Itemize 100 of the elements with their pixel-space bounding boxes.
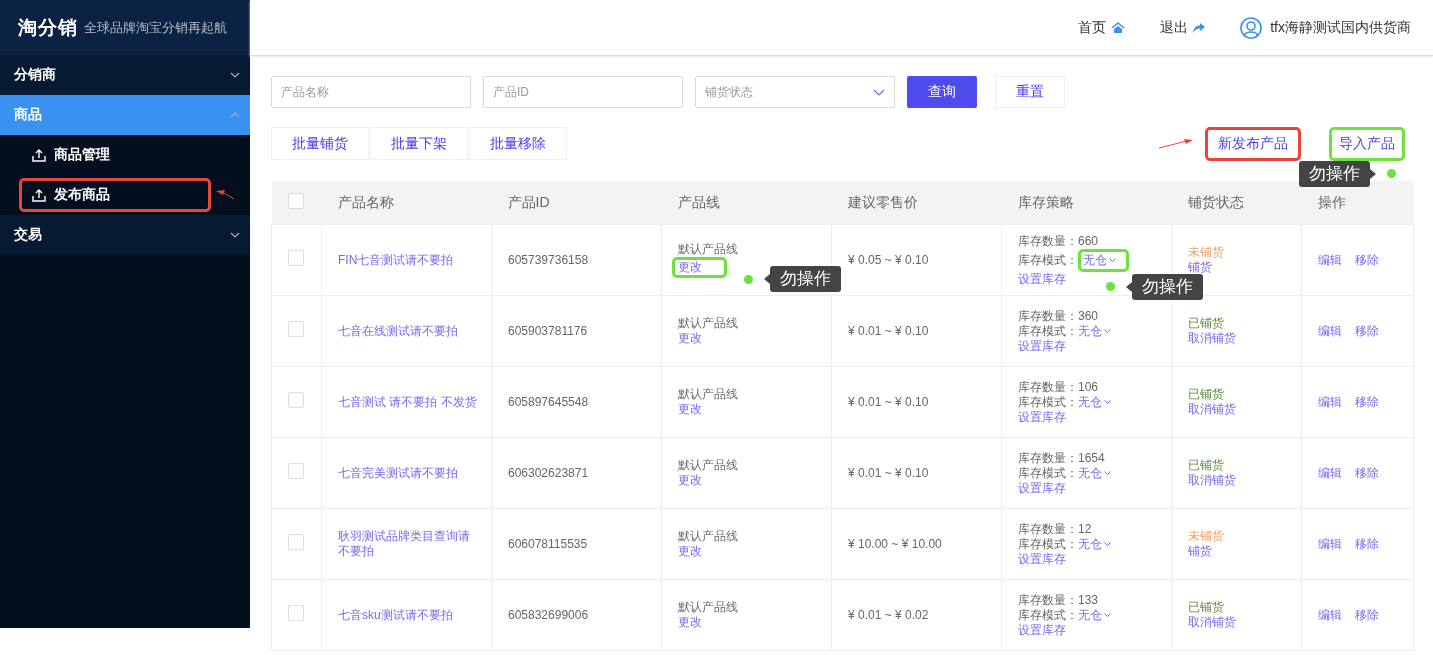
listing-action-link[interactable]: 铺货 bbox=[1188, 544, 1212, 559]
checkbox[interactable] bbox=[288, 534, 304, 550]
stock-mode-label: 库存模式： bbox=[1018, 394, 1078, 410]
stock-mode-dropdown[interactable]: 无仓 bbox=[1078, 394, 1111, 410]
stock-mode-dropdown[interactable]: 无仓 bbox=[1078, 607, 1111, 623]
submenu-item[interactable]: 商品管理 bbox=[22, 141, 208, 169]
note-tooltip: 勿操作 bbox=[1126, 273, 1203, 300]
change-link[interactable]: 更改 bbox=[678, 331, 702, 346]
set-stock-link[interactable]: 设置库存 bbox=[1018, 551, 1066, 567]
stock-mode-label: 库存模式： bbox=[1018, 536, 1078, 552]
listing-status: 已铺货 bbox=[1188, 316, 1225, 331]
stock-quantity-label: 库存数量： bbox=[1018, 379, 1078, 394]
product-name-link[interactable]: 七音测试 请不要拍 不发货 bbox=[338, 394, 489, 410]
marker-dot bbox=[1387, 169, 1396, 178]
change-link[interactable]: 更改 bbox=[672, 257, 727, 278]
stock-mode-dropdown[interactable]: 无仓 bbox=[1078, 465, 1111, 481]
change-link[interactable]: 更改 bbox=[678, 615, 702, 630]
chevron-icon bbox=[873, 88, 885, 96]
checkbox[interactable] bbox=[287, 193, 304, 209]
checkbox[interactable] bbox=[288, 250, 304, 266]
product-line: 默认产品线 bbox=[678, 458, 739, 473]
listing-action-link[interactable]: 取消铺货 bbox=[1188, 402, 1236, 417]
product-name-link[interactable]: 七音完美测试请不要拍 bbox=[338, 465, 470, 481]
column-header: 产品线 bbox=[677, 193, 720, 210]
listing-status: 已铺货 bbox=[1188, 387, 1225, 402]
action-link[interactable]: 移除 bbox=[1355, 394, 1379, 410]
product-name-field[interactable]: 产品名称 bbox=[271, 76, 471, 108]
status-select[interactable]: 铺货状态 bbox=[695, 76, 895, 108]
user-name: tfx海静测试国内供货商 bbox=[1270, 18, 1411, 37]
chevron-icon bbox=[1104, 541, 1111, 547]
note-tooltip: 勿操作 bbox=[764, 266, 841, 292]
action-link[interactable]: 编辑 bbox=[1318, 323, 1342, 339]
action-link[interactable]: 移除 bbox=[1355, 252, 1379, 268]
user-icon bbox=[1240, 16, 1263, 39]
stock-mode-label: 库存模式： bbox=[1018, 323, 1078, 339]
logout-link[interactable]: 退出 bbox=[1160, 18, 1207, 37]
action-link[interactable]: 编辑 bbox=[1318, 252, 1342, 268]
checkbox[interactable] bbox=[288, 321, 304, 337]
product-name-link[interactable]: 七音在线测试请不要拍 bbox=[338, 323, 470, 339]
action-link[interactable]: 移除 bbox=[1355, 607, 1379, 623]
listing-status: 未铺货 bbox=[1188, 245, 1225, 260]
stock-quantity-label: 库存数量： bbox=[1018, 521, 1078, 536]
checkbox[interactable] bbox=[288, 463, 304, 479]
action-link[interactable]: 编辑 bbox=[1318, 536, 1342, 552]
stock-quantity: 12 bbox=[1078, 521, 1092, 536]
stock-mode-dropdown[interactable]: 无仓 bbox=[1078, 323, 1111, 339]
menu-item[interactable]: 分销商 bbox=[0, 55, 250, 95]
listing-action-link[interactable]: 铺货 bbox=[1188, 260, 1212, 275]
checkbox[interactable] bbox=[288, 392, 304, 408]
tooltip-pointer-icon bbox=[1370, 168, 1376, 179]
publish-button[interactable]: 新发布产品 bbox=[1205, 126, 1301, 161]
listing-action-link[interactable]: 取消铺货 bbox=[1188, 331, 1236, 346]
price-range: ¥ 0.05 ~ ¥ 0.10 bbox=[848, 252, 929, 267]
set-stock-link[interactable]: 设置库存 bbox=[1018, 480, 1066, 496]
search-button[interactable]: 查询 bbox=[907, 76, 977, 108]
action-link[interactable]: 编辑 bbox=[1318, 607, 1342, 623]
change-link[interactable]: 更改 bbox=[678, 544, 702, 559]
change-link[interactable]: 更改 bbox=[678, 402, 702, 417]
product-name-link[interactable]: FIN七音测试请不要拍 bbox=[338, 252, 466, 268]
batch-button[interactable]: 批量移除 bbox=[469, 127, 567, 160]
set-stock-link[interactable]: 设置库存 bbox=[1018, 409, 1066, 425]
listing-action-link[interactable]: 取消铺货 bbox=[1188, 473, 1236, 488]
stock-mode-dropdown[interactable]: 无仓 bbox=[1078, 248, 1129, 272]
column-header: 操作 bbox=[1317, 193, 1346, 210]
action-link[interactable]: 移除 bbox=[1355, 465, 1379, 481]
batch-button[interactable]: 批量铺货 bbox=[271, 127, 369, 160]
column-header: 库存策略 bbox=[1017, 193, 1074, 210]
product-line: 默认产品线 bbox=[678, 600, 739, 615]
action-link[interactable]: 移除 bbox=[1355, 323, 1379, 339]
home-link[interactable]: 首页 bbox=[1078, 18, 1127, 37]
price-range: ¥ 0.01 ~ ¥ 0.10 bbox=[848, 465, 929, 480]
stock-mode-dropdown[interactable]: 无仓 bbox=[1078, 536, 1111, 552]
action-link[interactable]: 编辑 bbox=[1318, 465, 1342, 481]
product-id-field[interactable]: 产品ID bbox=[483, 76, 683, 108]
menu-item[interactable]: 商品 bbox=[0, 95, 250, 135]
logo-text: 淘分销 bbox=[18, 15, 78, 40]
stock-quantity: 1654 bbox=[1078, 450, 1105, 465]
menu-item[interactable]: 交易 bbox=[0, 215, 250, 255]
product-id: 606078115535 bbox=[508, 536, 588, 551]
set-stock-link[interactable]: 设置库存 bbox=[1018, 271, 1066, 287]
import-button[interactable]: 导入产品 bbox=[1329, 126, 1405, 161]
change-link[interactable]: 更改 bbox=[678, 473, 702, 488]
product-name-link[interactable]: 七音sku测试请不要拍 bbox=[338, 607, 465, 623]
listing-action-link[interactable]: 取消铺货 bbox=[1188, 615, 1236, 630]
stock-mode-label: 库存模式： bbox=[1018, 607, 1078, 623]
price-range: ¥ 0.01 ~ ¥ 0.10 bbox=[848, 394, 929, 409]
action-link[interactable]: 移除 bbox=[1355, 536, 1379, 552]
batch-button[interactable]: 批量下架 bbox=[370, 127, 468, 160]
stock-mode-label: 库存模式： bbox=[1018, 465, 1078, 481]
listing-status: 未铺货 bbox=[1188, 529, 1225, 544]
set-stock-link[interactable]: 设置库存 bbox=[1018, 338, 1066, 354]
submenu-item[interactable]: 发布商品 bbox=[19, 178, 211, 212]
action-link[interactable]: 编辑 bbox=[1318, 394, 1342, 410]
reset-button[interactable]: 重置 bbox=[995, 76, 1065, 108]
stock-mode-label: 库存模式： bbox=[1018, 252, 1078, 268]
price-range: ¥ 10.00 ~ ¥ 10.00 bbox=[848, 536, 942, 551]
chevron-icon bbox=[1104, 612, 1111, 618]
stock-quantity-label: 库存数量： bbox=[1018, 592, 1078, 607]
checkbox[interactable] bbox=[288, 605, 304, 621]
set-stock-link[interactable]: 设置库存 bbox=[1018, 622, 1066, 638]
